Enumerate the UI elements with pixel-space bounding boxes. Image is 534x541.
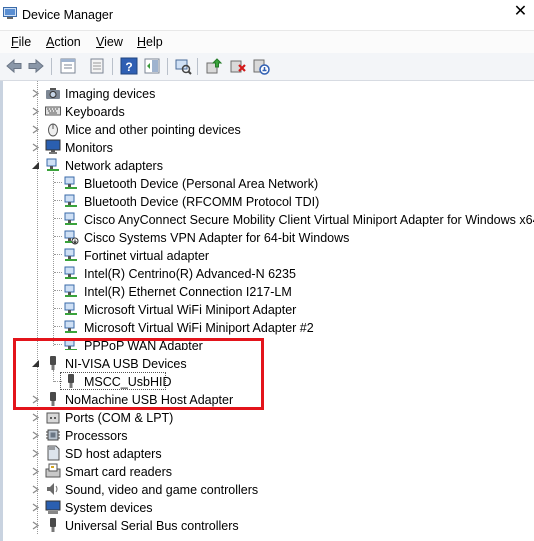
system-device-icon xyxy=(45,500,61,514)
expand-arrow-icon[interactable] xyxy=(31,89,40,98)
tree-item-network-child[interactable]: Microsoft Virtual WiFi Miniport Adapter … xyxy=(0,318,534,336)
scan-hardware-icon[interactable] xyxy=(174,57,192,75)
menu-action[interactable]: Action xyxy=(46,35,81,49)
device-manager-app-icon xyxy=(3,7,17,19)
svg-text:?: ? xyxy=(125,60,132,74)
tree-item-label: Bluetooth Device (Personal Area Network) xyxy=(84,177,319,191)
tree-item-label: Processors xyxy=(65,429,128,443)
expand-arrow-icon[interactable] xyxy=(31,449,40,458)
tree-item-label: Microsoft Virtual WiFi Miniport Adapter … xyxy=(84,321,314,335)
tree-item-network-child[interactable]: Intel(R) Ethernet Connection I217-LM xyxy=(0,282,534,300)
processor-icon xyxy=(46,429,60,441)
menu-view[interactable]: View xyxy=(96,35,123,49)
tree-item-network-child[interactable]: Bluetooth Device (RFCOMM Protocol TDI) xyxy=(0,192,534,210)
tree-item-sound-video-game[interactable]: Sound, video and game controllers xyxy=(0,480,534,498)
camera-icon xyxy=(46,88,60,99)
tree-item-label: Intel(R) Ethernet Connection I217-LM xyxy=(84,285,292,299)
expand-arrow-icon[interactable] xyxy=(31,485,40,494)
tree-item-label: Monitors xyxy=(65,141,113,155)
tree-item-label: Smart card readers xyxy=(65,465,172,479)
network-adapter-icon xyxy=(64,284,77,297)
port-icon xyxy=(46,412,60,424)
tree-item-label: Bluetooth Device (RFCOMM Protocol TDI) xyxy=(84,195,320,209)
expand-arrow-icon[interactable] xyxy=(31,431,40,440)
tree-item-processors[interactable]: Processors xyxy=(0,426,534,444)
tree-item-label: Ports (COM & LPT) xyxy=(65,411,174,425)
tree-item-label: Universal Serial Bus controllers xyxy=(65,519,239,533)
tree-item-label: System devices xyxy=(65,501,153,515)
network-adapter-icon xyxy=(64,248,77,261)
menu-bar: File Action View Help xyxy=(0,30,534,54)
tree-item-imaging-devices[interactable]: Imaging devices xyxy=(0,84,534,102)
tree-item-monitors[interactable]: Monitors xyxy=(0,138,534,156)
tree-item-label: Sound, video and game controllers xyxy=(65,483,259,497)
back-icon[interactable] xyxy=(5,57,23,75)
tree-item-network-adapters[interactable]: Network adapters xyxy=(0,156,534,174)
window-title: Device Manager xyxy=(22,8,114,22)
usb-plug-icon xyxy=(50,518,56,532)
mouse-icon xyxy=(48,123,58,137)
tree-item-label: Imaging devices xyxy=(65,87,156,101)
keyboard-icon xyxy=(45,106,61,116)
tree-item-label: Cisco AnyConnect Secure Mobility Client … xyxy=(84,213,534,227)
menu-help[interactable]: Help xyxy=(137,35,163,49)
smart-card-reader-icon xyxy=(45,463,61,478)
disable-device-icon[interactable] xyxy=(252,57,270,75)
network-adapter-icon xyxy=(64,176,77,189)
network-adapter-icon xyxy=(64,266,77,279)
network-adapter-icon xyxy=(64,194,77,207)
tree-item-label: Mice and other pointing devices xyxy=(65,123,241,137)
expand-arrow-icon[interactable] xyxy=(31,521,40,530)
expand-arrow-icon[interactable] xyxy=(31,107,40,116)
tree-item-usb-controllers[interactable]: Universal Serial Bus controllers xyxy=(0,516,534,534)
properties-sheet-icon[interactable] xyxy=(59,57,77,75)
network-adapter-warning-icon xyxy=(64,230,79,245)
tree-item-label: Network adapters xyxy=(65,159,163,173)
close-button[interactable]: ✕ xyxy=(507,0,534,24)
expand-arrow-icon[interactable] xyxy=(31,467,40,476)
tree-item-label: Microsoft Virtual WiFi Miniport Adapter xyxy=(84,303,297,317)
tree-item-network-child[interactable]: Bluetooth Device (Personal Area Network) xyxy=(0,174,534,192)
sd-card-icon xyxy=(47,445,60,461)
help-icon[interactable]: ? xyxy=(120,57,138,75)
collapse-arrow-icon[interactable] xyxy=(31,161,40,170)
expand-arrow-icon[interactable] xyxy=(31,143,40,152)
tree-item-label: Intel(R) Centrino(R) Advanced-N 6235 xyxy=(84,267,296,281)
network-adapter-icon xyxy=(64,212,77,225)
title-bar: Device Manager ✕ xyxy=(0,0,534,30)
tree-item-network-child[interactable]: Microsoft Virtual WiFi Miniport Adapter xyxy=(0,300,534,318)
tree-item-network-child[interactable]: Cisco AnyConnect Secure Mobility Client … xyxy=(0,210,534,228)
update-driver-icon[interactable] xyxy=(205,57,223,75)
menu-file[interactable]: File xyxy=(11,35,31,49)
speaker-icon xyxy=(47,483,58,495)
tree-item-mice[interactable]: Mice and other pointing devices xyxy=(0,120,534,138)
tree-item-system-devices[interactable]: System devices xyxy=(0,498,534,516)
toolbar: ? xyxy=(0,53,534,81)
network-adapter-icon xyxy=(46,158,59,171)
tree-item-label: SD host adapters xyxy=(65,447,162,461)
tree-item-ports[interactable]: Ports (COM & LPT) xyxy=(0,410,534,426)
tree-item-label: Cisco Systems VPN Adapter for 64-bit Win… xyxy=(84,231,350,245)
network-adapter-icon xyxy=(64,320,77,333)
annotation-highlight-box xyxy=(13,338,264,410)
tree-item-label: Keyboards xyxy=(65,105,125,119)
uninstall-icon[interactable] xyxy=(229,57,247,75)
tree-item-network-child[interactable]: Fortinet virtual adapter xyxy=(0,246,534,264)
action-pane-icon[interactable] xyxy=(143,57,161,75)
expand-arrow-icon[interactable] xyxy=(31,503,40,512)
device-manager-view-icon[interactable] xyxy=(88,57,106,75)
tree-item-label: Fortinet virtual adapter xyxy=(84,249,210,263)
forward-icon[interactable] xyxy=(27,57,45,75)
network-adapter-icon xyxy=(64,302,77,315)
expand-arrow-icon[interactable] xyxy=(31,413,40,422)
monitor-icon xyxy=(45,139,61,154)
tree-item-sd-host-adapters[interactable]: SD host adapters xyxy=(0,444,534,462)
expand-arrow-icon[interactable] xyxy=(31,125,40,134)
tree-item-smart-card-readers[interactable]: Smart card readers xyxy=(0,462,534,480)
tree-item-network-child[interactable]: Intel(R) Centrino(R) Advanced-N 6235 xyxy=(0,264,534,282)
tree-item-network-child[interactable]: Cisco Systems VPN Adapter for 64-bit Win… xyxy=(0,228,534,246)
tree-item-keyboards[interactable]: Keyboards xyxy=(0,102,534,120)
